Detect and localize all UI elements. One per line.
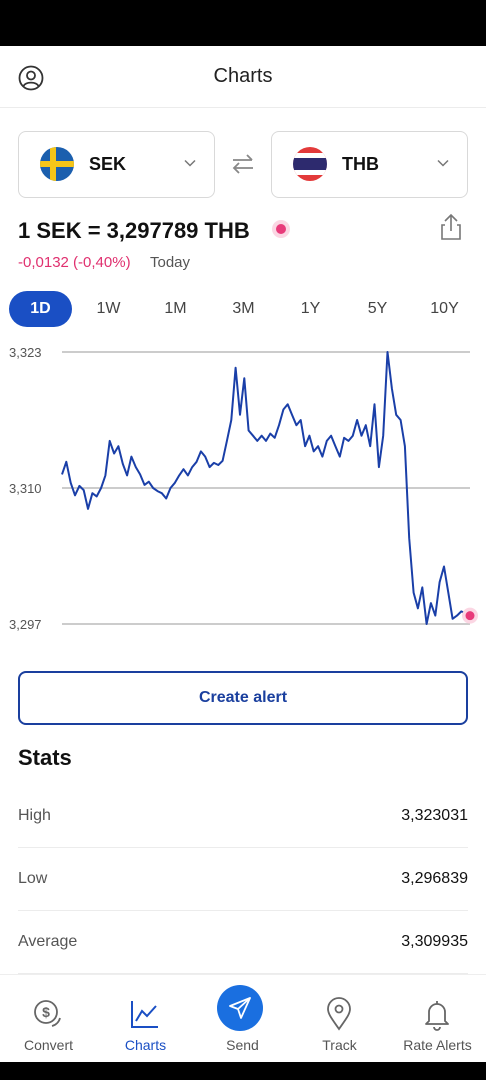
range-1w[interactable]: 1W [77,291,140,327]
app-header: Charts [0,46,486,108]
chevron-down-icon [184,159,196,167]
stat-row-high: High 3,323031 [18,785,468,848]
send-button-circle [217,985,263,1031]
stats-title: Stats [18,745,72,770]
exchange-rate: 1 SEK = 3,297789 THB [18,218,250,243]
stat-label: Low [18,870,48,887]
time-range-selector: 1D 1W 1M 3M 1Y 5Y 10Y [9,291,477,327]
nav-convert[interactable]: $ Convert [0,975,97,1062]
sweden-flag-icon [40,147,74,181]
nav-label: Convert [23,1037,74,1053]
swap-arrows-icon[interactable] [231,153,255,175]
nav-label: Charts [124,1037,167,1053]
map-pin-icon [327,997,351,1031]
from-currency-code: SEK [89,154,127,174]
create-alert-button[interactable]: Create alert [18,671,468,725]
thailand-flag-icon [293,147,327,181]
nav-track[interactable]: Track [291,975,388,1062]
stat-value: 3,323031 [401,807,468,824]
last-point-marker [465,611,475,621]
to-currency-code: THB [342,154,379,174]
rate-chart[interactable]: 3,323 3,310 3,297 [0,341,486,641]
rate-change: -0,0132 (-0,40%) [18,254,131,271]
nav-charts[interactable]: Charts [97,975,194,1062]
y-tick-label: 3,323 [9,345,42,360]
range-3m[interactable]: 3M [212,291,275,327]
nav-send[interactable]: Send [194,975,291,1062]
page-title: Charts [213,65,273,87]
stat-row-low: Low 3,296839 [18,848,468,911]
to-currency-select[interactable]: THB [271,131,468,198]
y-tick-label: 3,310 [9,481,42,496]
line-chart-icon [131,1001,158,1028]
nav-label: Send [226,1037,259,1053]
range-5y[interactable]: 5Y [346,291,409,327]
dollar-coins-icon: $ [34,1000,61,1027]
app-screen: Charts SEK THB 1 SEK = 3,297789 THB -0,0… [0,46,486,1062]
nav-label: Rate Alerts [403,1037,472,1053]
svg-text:$: $ [42,1004,50,1020]
stat-row-average: Average 3,309935 [18,911,468,974]
nav-rate-alerts[interactable]: Rate Alerts [389,975,486,1062]
y-tick-label: 3,297 [9,617,42,632]
range-1d[interactable]: 1D [9,291,72,327]
range-10y[interactable]: 10Y [413,291,476,327]
share-icon[interactable] [439,213,463,241]
live-indicator [276,224,286,234]
stat-label: High [18,807,51,824]
bottom-nav: $ Convert Charts Send Track Rate Alerts [0,974,486,1062]
nav-label: Track [322,1037,357,1053]
paper-plane-icon [229,997,251,1019]
range-1m[interactable]: 1M [144,291,207,327]
rate-period: Today [150,254,191,271]
stat-value: 3,309935 [401,933,468,950]
stat-value: 3,296839 [401,870,468,887]
from-currency-select[interactable]: SEK [18,131,215,198]
range-1y[interactable]: 1Y [279,291,342,327]
bell-icon [425,1001,449,1031]
chevron-down-icon [437,159,449,167]
stat-label: Average [18,933,78,950]
